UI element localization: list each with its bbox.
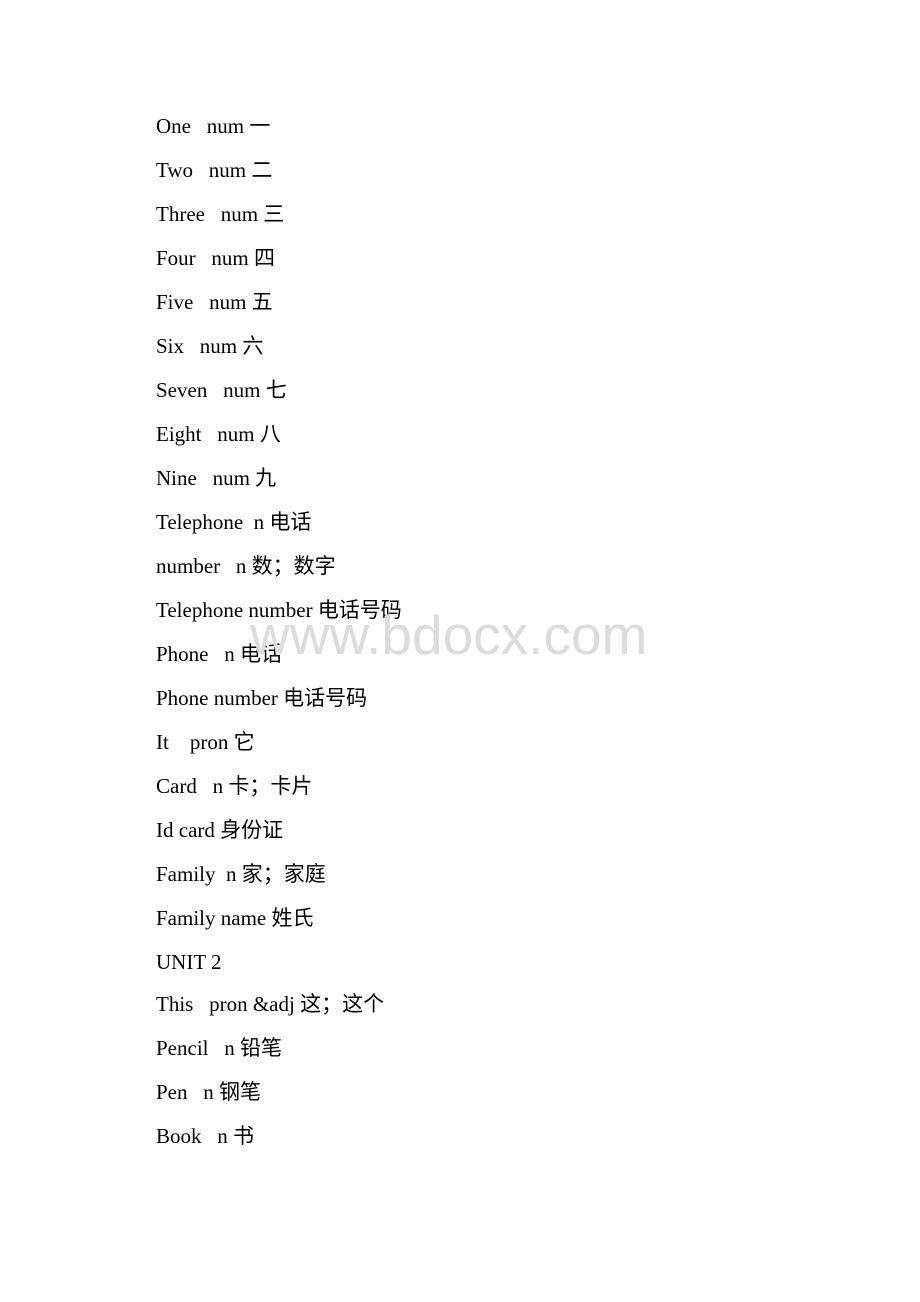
vocab-entry: Family n 家；家庭 (156, 862, 326, 886)
vocab-entry: Card n 卡；卡片 (156, 774, 313, 798)
vocab-entry: Telephone n 电话 (156, 510, 312, 534)
vocab-entry: Phone number 电话号码 (156, 686, 368, 710)
vocab-entry: One num 一 (156, 114, 271, 138)
vocab-entry: Pencil n 铅笔 (156, 1036, 282, 1060)
vocab-entry: Four num 四 (156, 246, 276, 270)
vocab-entry: Five num 五 (156, 290, 273, 314)
vocab-entry: Two num 二 (156, 158, 273, 182)
unit-heading: UNIT 2 (156, 950, 222, 974)
vocab-entry: number n 数；数字 (156, 554, 336, 578)
vocab-entry: Six num 六 (156, 334, 264, 358)
vocabulary-list: One num 一 Two num 二 Three num 三 Four num… (156, 112, 402, 1166)
vocab-entry: Family name 姓氏 (156, 906, 314, 930)
vocab-entry: Phone n 电话 (156, 642, 282, 666)
vocab-entry: This pron &adj 这；这个 (156, 992, 385, 1016)
vocab-entry: It pron 它 (156, 730, 255, 754)
vocab-entry: Seven num 七 (156, 378, 287, 402)
vocab-entry: Eight num 八 (156, 422, 281, 446)
vocab-entry: Pen n 钢笔 (156, 1080, 261, 1104)
vocab-entry: Id card 身份证 (156, 818, 284, 842)
vocab-entry: Book n 书 (156, 1124, 255, 1148)
vocab-entry: Nine num 九 (156, 466, 277, 490)
vocab-entry: Telephone number 电话号码 (156, 598, 402, 622)
vocab-entry: Three num 三 (156, 202, 285, 226)
document-page: One num 一 Two num 二 Three num 三 Four num… (0, 0, 920, 1302)
